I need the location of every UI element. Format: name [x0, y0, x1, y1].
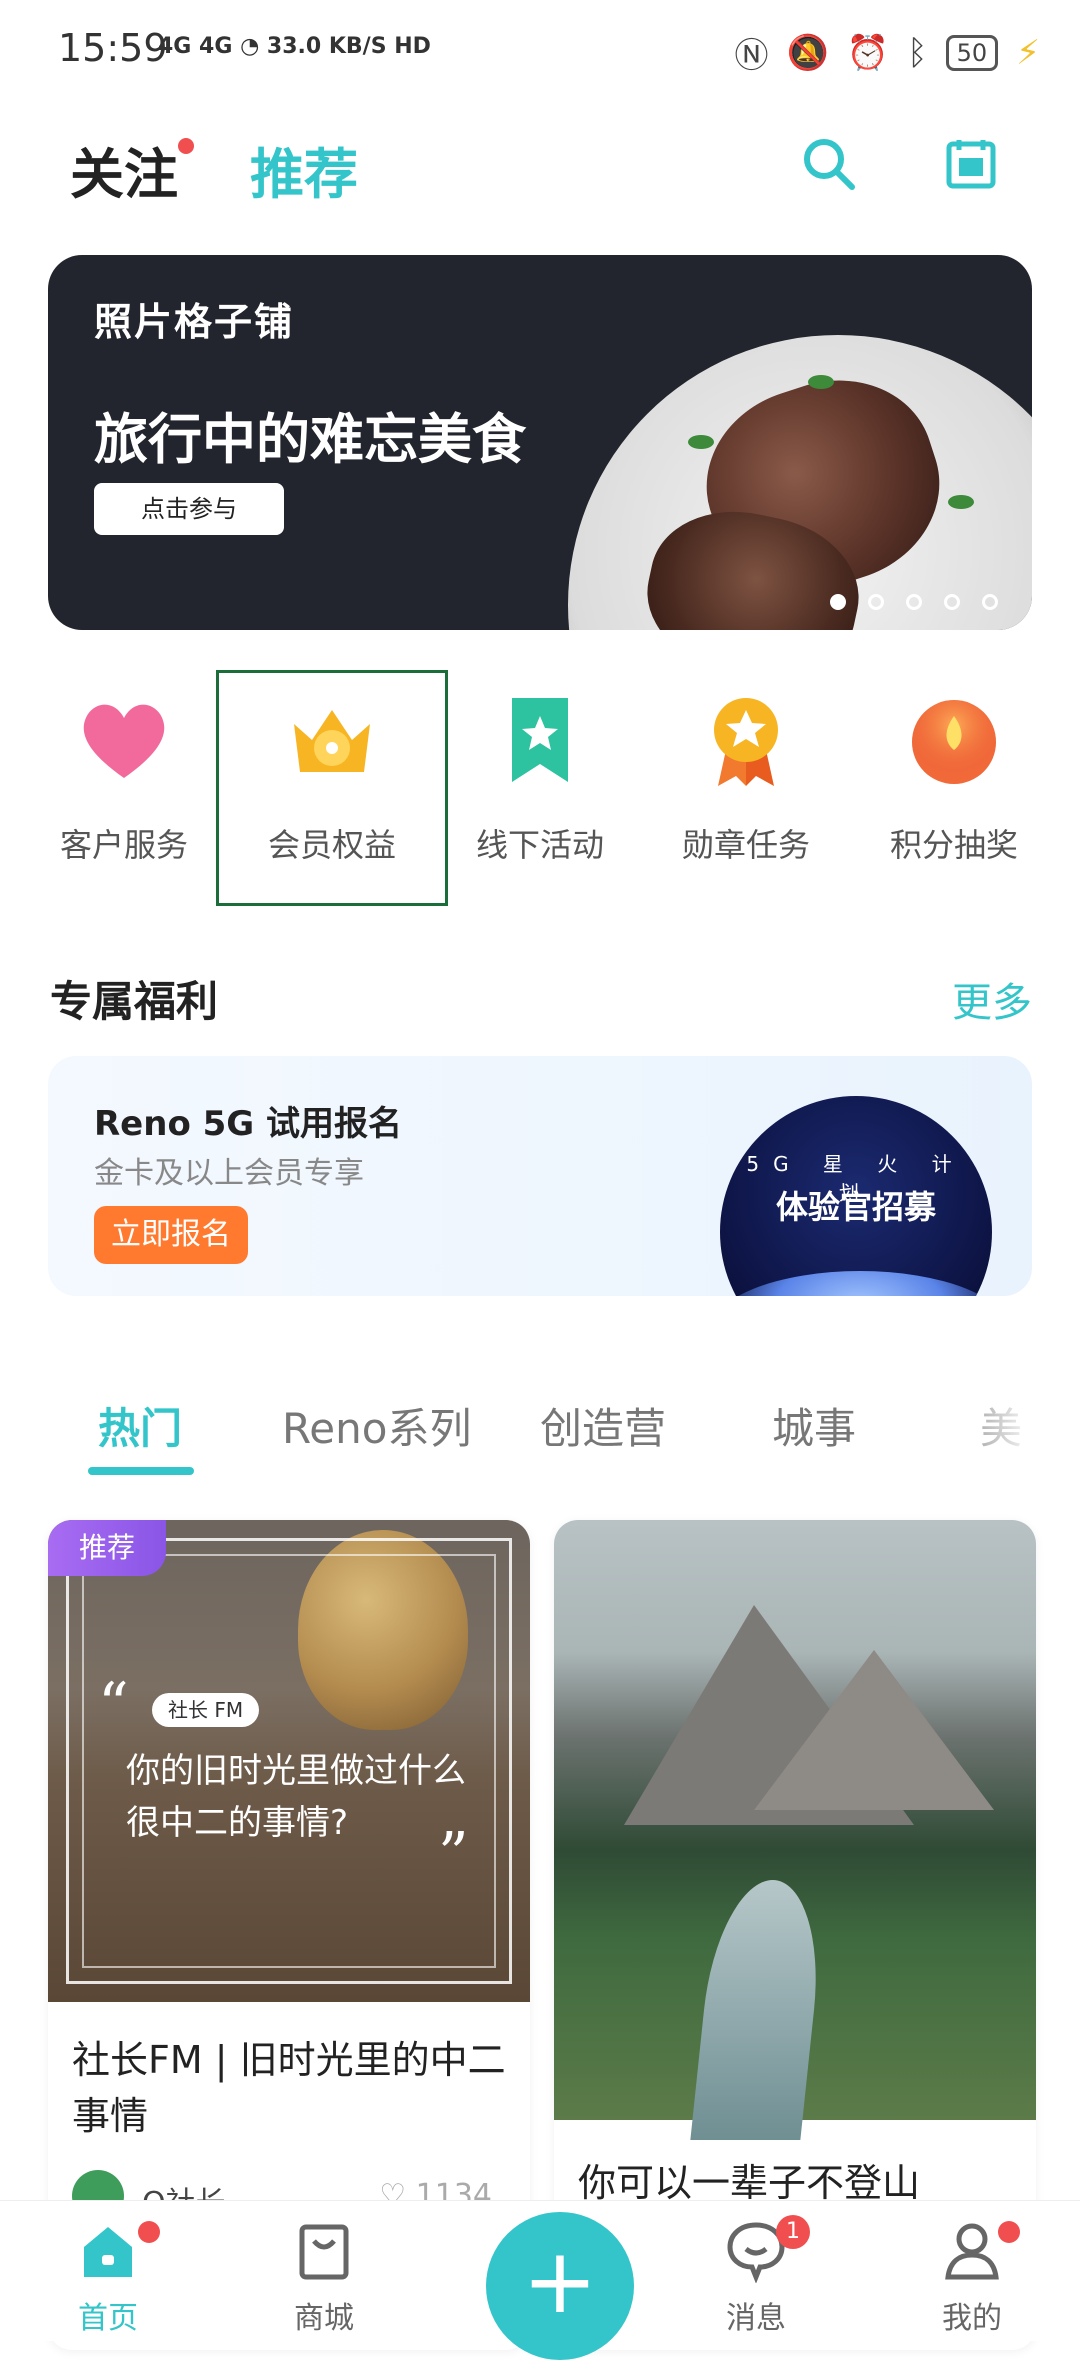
tab-follow[interactable]: 关注: [70, 130, 178, 209]
recommended-tag: 推荐: [48, 1520, 166, 1576]
network-speed: 33.0 KB/S: [266, 34, 387, 59]
carousel-dot[interactable]: [906, 594, 922, 610]
section-title: 专属福利: [50, 977, 219, 1026]
search-icon[interactable]: [800, 135, 856, 191]
battery-icon: 50: [945, 34, 999, 71]
more-link[interactable]: 更多: [952, 970, 1032, 1028]
nav-label: 我的: [942, 2301, 1002, 2336]
tab-city[interactable]: 城事: [772, 1395, 856, 1456]
tab-scroll-fade: [935, 1385, 1080, 1465]
banner-brand: 照片格子铺: [94, 300, 295, 344]
mute-icon: 🔕: [786, 32, 829, 73]
quick-label: 积分抽奖: [889, 826, 1018, 864]
nav-messages[interactable]: 1 消息: [656, 2215, 856, 2337]
close-quote-icon: ”: [438, 1820, 469, 1890]
status-right-icons: Ⓝ 🔕 ⏰ ᛒ 50 ⚡: [734, 28, 1040, 77]
nfc-icon: Ⓝ: [734, 36, 769, 76]
follow-new-dot: [178, 138, 194, 154]
fm-chip: 社长 FM: [152, 1693, 260, 1727]
planet-headline: 体验官招募: [775, 1188, 936, 1226]
herb-decoration: [808, 375, 834, 389]
alarm-icon: ⏰: [846, 32, 890, 73]
carousel-dot[interactable]: [868, 594, 884, 610]
card-quote: 你的旧时光里做过什么很中二的事情?: [126, 1751, 466, 1843]
promo-signup-button[interactable]: 立即报名: [94, 1206, 248, 1264]
river-shape: [690, 1880, 828, 2140]
quick-offline-events[interactable]: 线下活动: [440, 690, 640, 866]
status-bar: 15:59 4G 4G ◔ 33.0 KB/S HD Ⓝ 🔕 ⏰ ᛒ 50 ⚡: [0, 0, 1080, 100]
signal-icon: 4G 4G: [158, 34, 233, 59]
tab-creator-camp[interactable]: 创造营: [540, 1395, 666, 1456]
flame-icon: [912, 700, 996, 784]
quick-medal-tasks[interactable]: 勋章任务: [646, 690, 846, 866]
promo-title: Reno 5G 试用报名: [94, 1104, 403, 1144]
check-in-icon[interactable]: [945, 138, 997, 190]
nav-mall[interactable]: 商城: [224, 2219, 424, 2337]
messages-badge: 1: [776, 2215, 810, 2249]
promo-subtitle: 金卡及以上会员专享: [94, 1156, 364, 1191]
nav-home[interactable]: 首页: [8, 2219, 208, 2337]
carousel-dot[interactable]: [982, 594, 998, 610]
tab-recommend[interactable]: 推荐: [250, 130, 358, 209]
herb-decoration: [948, 495, 974, 509]
quick-points-lottery[interactable]: 积分抽奖: [854, 690, 1054, 866]
user-icon: [945, 2223, 999, 2280]
banner-carousel[interactable]: 照片格子铺 旅行中的难忘美食 点击参与: [48, 255, 1032, 630]
home-icon: [84, 2227, 132, 2277]
mountain-shape: [754, 1650, 994, 1810]
mine-badge-dot: [998, 2221, 1020, 2243]
carousel-dot[interactable]: [830, 594, 846, 610]
nav-label: 商城: [294, 2301, 354, 2336]
banner-title: 旅行中的难忘美食: [94, 408, 526, 471]
card-title: 你可以一辈子不登山: [578, 2161, 921, 2205]
shopping-bag-icon: [299, 2224, 349, 2280]
home-badge-dot: [138, 2221, 160, 2243]
hd-icon: HD: [394, 34, 431, 59]
wifi-icon: ◔: [240, 34, 267, 59]
banner-participate-button[interactable]: 点击参与: [94, 483, 284, 535]
nav-label: 首页: [78, 2301, 138, 2336]
charging-icon: ⚡: [1016, 32, 1040, 73]
open-quote-icon: “: [98, 1670, 129, 1740]
promo-card[interactable]: Reno 5G 试用报名 金卡及以上会员专享 立即报名 5G 星 火 计 划 体…: [48, 1056, 1032, 1296]
quick-customer-service[interactable]: 客户服务: [24, 690, 224, 866]
card-title: 社长FM | 旧时光里的中二事情: [72, 2038, 506, 2138]
tab-underline: [88, 1467, 194, 1475]
bluetooth-icon: ᛒ: [907, 32, 928, 73]
nav-label: 消息: [726, 2301, 786, 2336]
heart-icon: [83, 704, 165, 778]
selection-highlight: [216, 670, 448, 906]
planet-glow: [720, 1271, 992, 1296]
carousel-dot[interactable]: [944, 594, 960, 610]
quick-label: 客户服务: [59, 826, 188, 864]
create-post-button[interactable]: +: [486, 2212, 634, 2360]
card-image-mountain: [554, 1520, 1036, 2140]
medal-icon: [714, 698, 778, 786]
quick-label: 线下活动: [475, 826, 604, 864]
nav-mine[interactable]: 我的: [872, 2219, 1072, 2337]
planet-graphic: 5G 星 火 计 划 体验官招募: [720, 1096, 992, 1296]
status-time: 15:59: [58, 26, 168, 70]
herb-decoration: [688, 435, 714, 449]
quick-label: 勋章任务: [681, 826, 810, 864]
tab-hot[interactable]: 热门: [98, 1395, 182, 1456]
plus-icon: +: [522, 2229, 598, 2334]
bookmark-star-icon: [512, 698, 568, 782]
tab-reno-series[interactable]: Reno系列: [282, 1395, 471, 1456]
carousel-indicator: [830, 594, 998, 610]
card-image: “ 社长 FM 你的旧时光里做过什么很中二的事情? ”: [48, 1520, 530, 2002]
status-network-icons: 4G 4G ◔ 33.0 KB/S HD: [158, 34, 431, 59]
